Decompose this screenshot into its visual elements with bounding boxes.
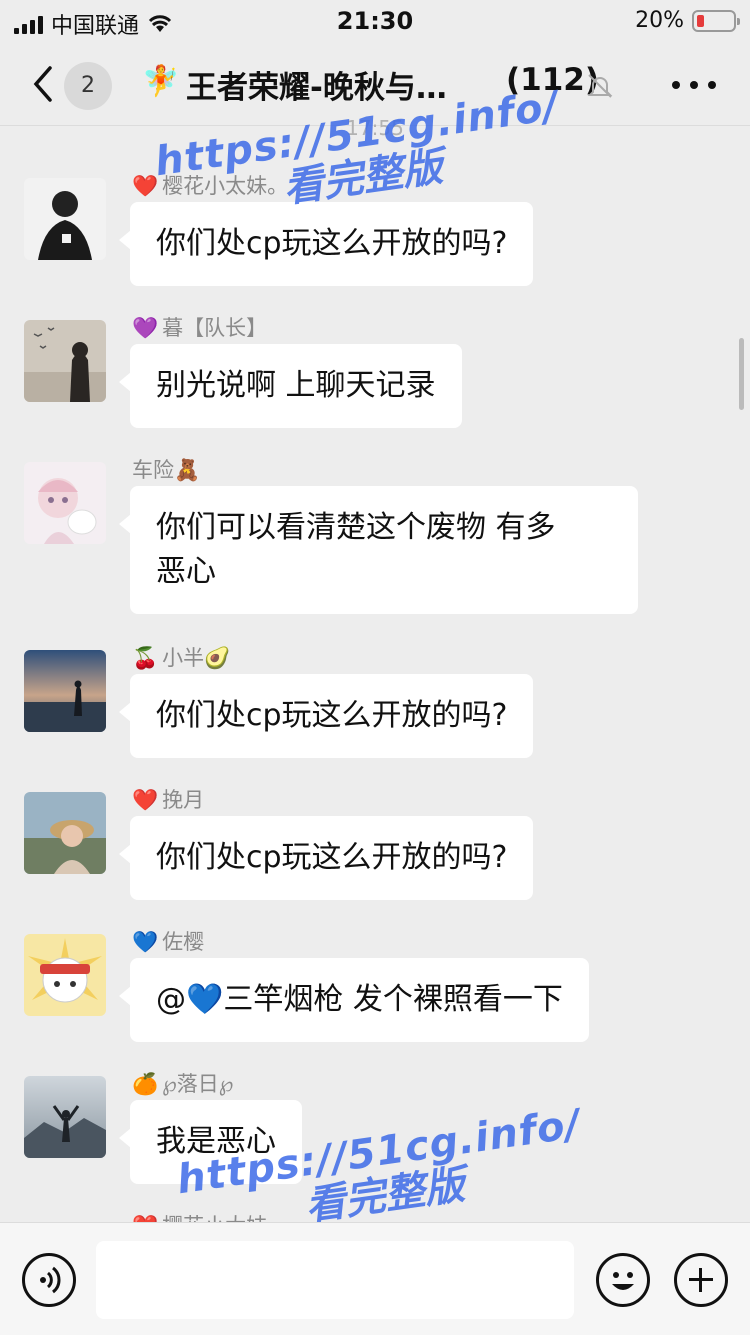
message-bubble[interactable]: 我是恶心: [119, 1100, 302, 1184]
message-bubble[interactable]: 你们处cp玩这么开放的吗?: [118, 816, 534, 900]
chat-header: 2 🧚 王者荣耀-晚秋与… (112): [0, 44, 750, 126]
battery-percent: 20%: [635, 8, 684, 33]
avatar[interactable]: [24, 792, 106, 874]
avatar[interactable]: [24, 320, 106, 402]
voice-input-button[interactable]: [22, 1253, 76, 1307]
message-bubble[interactable]: 你们处cp玩这么开放的吗?: [118, 674, 534, 758]
avatar[interactable]: [24, 1076, 106, 1158]
sender-name: 车险🧸: [132, 458, 201, 482]
avatar[interactable]: [24, 178, 106, 260]
fairy-icon: 🧚: [142, 64, 180, 99]
sender-name: ❤️ 樱花小太妹。: [132, 174, 289, 198]
battery-fill: [697, 14, 704, 27]
back-arrow-icon[interactable]: [28, 64, 58, 104]
sender-name: 💜 暮【队长】: [132, 316, 268, 340]
message-bubble[interactable]: 别光说啊 上聊天记录: [119, 344, 462, 428]
battery-icon: [692, 9, 740, 32]
avatar[interactable]: [24, 462, 106, 544]
status-right: 20%: [635, 8, 740, 33]
status-bar: 中国联通 21:30 20%: [0, 0, 750, 44]
avatar[interactable]: [24, 934, 106, 1016]
message-bubble[interactable]: 你们处cp玩这么开放的吗?: [118, 202, 534, 286]
emoji-button[interactable]: [596, 1253, 650, 1307]
more-options-button[interactable]: [672, 70, 716, 100]
input-bar: [0, 1222, 750, 1335]
group-title[interactable]: 王者荣耀-晚秋与…: [186, 62, 447, 107]
dot-icon: [708, 81, 716, 89]
message-bubble[interactable]: @💙三竿烟枪 发个裸照看一下: [119, 958, 589, 1042]
message-timestamp: 17:55: [346, 116, 404, 140]
mute-bell-icon: [587, 74, 613, 98]
unread-count-badge[interactable]: 2: [64, 62, 112, 110]
scroll-indicator[interactable]: [739, 338, 744, 410]
dot-icon: [672, 81, 680, 89]
sender-name: ❤️ 挽月: [132, 788, 205, 812]
message-bubble[interactable]: 你们可以看清楚这个废物 有多 恶心: [119, 486, 638, 614]
sender-name: 🍒 小半🥑: [132, 646, 231, 670]
message-input[interactable]: [96, 1241, 574, 1319]
sender-name: 🍊 ℘落日℘: [132, 1072, 234, 1096]
dot-icon: [690, 81, 698, 89]
smiley-icon: [612, 1272, 634, 1290]
more-actions-plus-button[interactable]: [674, 1253, 728, 1307]
voice-wave-icon: [40, 1266, 61, 1294]
avatar[interactable]: [24, 650, 106, 732]
sender-name: 💙 佐樱: [132, 930, 205, 954]
message-text-line: 你们可以看清楚这个废物 有多: [156, 510, 556, 545]
message-text-line: 恶心: [156, 554, 216, 589]
